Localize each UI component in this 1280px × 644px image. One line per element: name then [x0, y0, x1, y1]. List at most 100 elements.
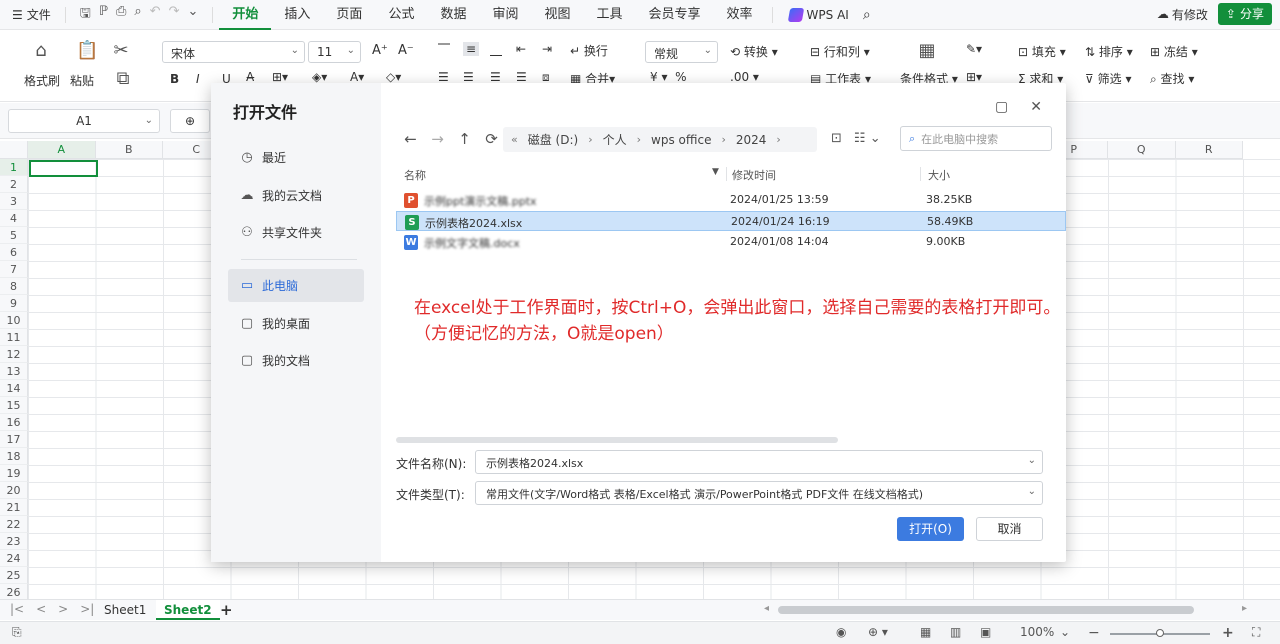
- open-button[interactable]: 打开(O): [897, 517, 964, 541]
- redo-icon[interactable]: ↷: [169, 4, 180, 26]
- currency-icon[interactable]: ¥ ▾ %: [650, 70, 687, 84]
- tab-3[interactable]: 公式: [375, 0, 427, 30]
- row-header[interactable]: 4: [0, 210, 28, 227]
- page-break-icon[interactable]: ▣: [980, 625, 991, 639]
- sidebar-item-2[interactable]: ⚇ 共享文件夹: [228, 216, 364, 249]
- zoom-out-button[interactable]: −: [1088, 625, 1100, 641]
- row-header[interactable]: 11: [0, 329, 28, 346]
- tab-0[interactable]: 开始: [219, 0, 272, 30]
- row-header[interactable]: 6: [0, 244, 28, 261]
- breadcrumb[interactable]: « 磁盘 (D:) › 个人 › wps office › 2024 ›: [503, 127, 817, 152]
- chevron-down-icon[interactable]: ⌄: [187, 4, 198, 26]
- row-header[interactable]: 22: [0, 516, 28, 533]
- forward-icon[interactable]: →: [424, 130, 451, 148]
- row-header[interactable]: 16: [0, 414, 28, 431]
- align-top-icon[interactable]: ⎺: [438, 42, 450, 57]
- find-button[interactable]: ⌕ 查找 ▾: [1150, 70, 1194, 87]
- bold-button[interactable]: B: [170, 72, 179, 86]
- row-header[interactable]: 12: [0, 346, 28, 363]
- sidebar-item-4[interactable]: ▢ 我的桌面: [228, 307, 364, 340]
- print-icon[interactable]: ⎙: [116, 4, 126, 26]
- sidebar-item-0[interactable]: ◷ 最近: [228, 141, 364, 174]
- search-input[interactable]: ⌕ 在此电脑中搜索: [900, 126, 1052, 151]
- align-right-icon[interactable]: ☰: [490, 70, 501, 84]
- selected-cell[interactable]: [29, 160, 98, 177]
- filename-input[interactable]: 示例表格2024.xlsx ⌄: [475, 450, 1043, 474]
- indent-right-icon[interactable]: ⇥: [542, 42, 552, 56]
- column-header[interactable]: Q: [1108, 141, 1176, 159]
- convert-button[interactable]: ⟲ 转换 ▾: [730, 43, 778, 60]
- clear-format-icon[interactable]: ◇▾: [386, 70, 401, 84]
- normal-view-icon[interactable]: ▦: [920, 625, 931, 639]
- border-icon[interactable]: ⊞▾: [272, 70, 288, 84]
- sheet-tab-sheet1[interactable]: Sheet1: [96, 600, 154, 620]
- last-sheet-icon[interactable]: >|: [80, 602, 94, 616]
- tab-1[interactable]: 插入: [271, 0, 323, 30]
- view-mode-icon[interactable]: ☷ ⌄: [854, 131, 881, 146]
- scroll-left-icon[interactable]: ◂: [764, 603, 769, 614]
- paste-label[interactable]: 粘贴: [70, 72, 94, 89]
- row-header[interactable]: 17: [0, 431, 28, 448]
- macro-record-icon[interactable]: ⎘: [12, 625, 22, 640]
- sidebar-item-3[interactable]: ▭ 此电脑: [228, 269, 364, 302]
- align-bottom-icon[interactable]: ⎽: [490, 42, 502, 57]
- increase-font-icon[interactable]: A⁺: [372, 43, 388, 58]
- breadcrumb-item[interactable]: 磁盘 (D:): [528, 131, 578, 148]
- freeze-button[interactable]: ⊞ 冻结 ▾: [1150, 43, 1198, 60]
- breadcrumb-item[interactable]: 个人: [603, 131, 627, 148]
- tab-7[interactable]: 工具: [584, 0, 636, 30]
- add-sheet-button[interactable]: +: [212, 600, 241, 620]
- close-icon[interactable]: ✕: [1030, 99, 1042, 115]
- sidebar-item-1[interactable]: ☁ 我的云文档: [228, 179, 364, 212]
- cell-focus-icon[interactable]: ⊕ ▾: [868, 625, 888, 639]
- italic-button[interactable]: I: [196, 72, 200, 86]
- tab-8[interactable]: 会员专享: [636, 0, 714, 30]
- zoom-level[interactable]: 100%: [1020, 625, 1054, 639]
- font-color-icon[interactable]: A▾: [350, 70, 364, 84]
- name-box[interactable]: A1 ⌄: [8, 109, 160, 133]
- align-center-icon[interactable]: ☰: [463, 70, 474, 84]
- cell-style-icon[interactable]: ✎▾: [966, 42, 982, 56]
- row-header[interactable]: 5: [0, 227, 28, 244]
- breadcrumb-item[interactable]: 2024: [736, 133, 767, 147]
- tab-2[interactable]: 页面: [323, 0, 375, 30]
- indent-left-icon[interactable]: ⇤: [516, 42, 526, 56]
- file-list-scrollbar[interactable]: [396, 437, 838, 443]
- chevron-right-icon[interactable]: ›: [776, 133, 780, 146]
- strikethrough-icon[interactable]: A̶: [246, 70, 254, 84]
- wrap-text-button[interactable]: ↵ 换行: [570, 42, 608, 59]
- row-header[interactable]: 3: [0, 193, 28, 210]
- row-header[interactable]: 10: [0, 312, 28, 329]
- has-change-button[interactable]: ☁ 有修改: [1157, 6, 1208, 23]
- eye-protection-icon[interactable]: ◉: [836, 625, 846, 639]
- copy-icon[interactable]: ⧉: [112, 68, 134, 90]
- font-name-select[interactable]: 宋体 ⌄: [162, 41, 305, 63]
- wps-ai-button[interactable]: WPS AI ⌕: [779, 7, 871, 23]
- column-header[interactable]: A: [28, 141, 96, 159]
- column-header[interactable]: B: [95, 141, 163, 159]
- row-header[interactable]: 7: [0, 261, 28, 278]
- column-name[interactable]: 名称: [404, 167, 426, 183]
- row-header[interactable]: 13: [0, 363, 28, 380]
- share-button[interactable]: ⇪ 分享: [1217, 3, 1272, 25]
- row-header[interactable]: 8: [0, 278, 28, 295]
- tab-5[interactable]: 审阅: [479, 0, 531, 30]
- row-header[interactable]: 9: [0, 295, 28, 312]
- row-header[interactable]: 1: [0, 159, 28, 176]
- breadcrumb-item[interactable]: wps office: [651, 133, 711, 147]
- row-header[interactable]: 18: [0, 448, 28, 465]
- rows-cols-button[interactable]: ⊟ 行和列 ▾: [810, 43, 870, 60]
- zoom-formula-button[interactable]: ⊕: [170, 109, 210, 133]
- export-pdf-icon[interactable]: ℙ: [99, 4, 108, 26]
- tab-9[interactable]: 效率: [714, 0, 766, 30]
- row-header[interactable]: 2: [0, 176, 28, 193]
- filetype-select[interactable]: 常用文件(文字/Word格式 表格/Excel格式 演示/PowerPoint格…: [475, 481, 1043, 505]
- align-middle-icon[interactable]: ≡: [463, 42, 480, 56]
- select-all-corner[interactable]: [0, 141, 28, 159]
- conditional-format-icon[interactable]: ▦: [916, 40, 938, 62]
- sheet-tab-sheet2[interactable]: Sheet2: [156, 600, 220, 620]
- filter-button[interactable]: ⊽ 筛选 ▾: [1085, 70, 1131, 87]
- column-size[interactable]: 大小: [928, 167, 950, 183]
- file-menu[interactable]: ☰ 文件: [0, 6, 59, 23]
- row-header[interactable]: 25: [0, 567, 28, 584]
